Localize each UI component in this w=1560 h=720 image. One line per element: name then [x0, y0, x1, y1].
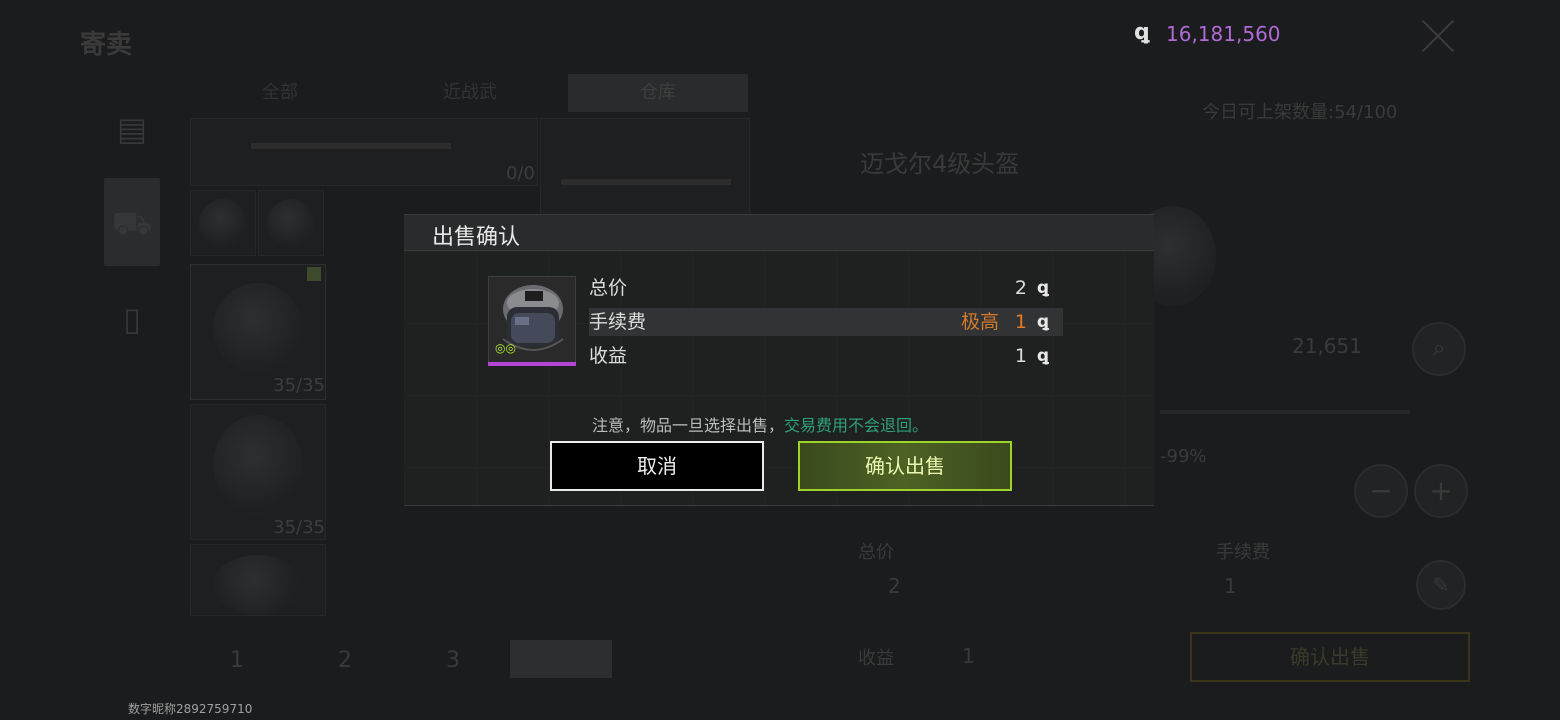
total-value: 2 — [1014, 277, 1027, 299]
income-row: 收益 1 ꝗ — [589, 342, 1063, 370]
records-icon: ▯ — [123, 300, 141, 338]
fee-label-bg: 手续费 — [1216, 542, 1270, 563]
daily-limit: 今日可上架数量:54/100 — [1202, 102, 1398, 123]
total-label-bg: 总价 — [858, 542, 894, 563]
checkbox-icon[interactable] — [307, 267, 321, 281]
item-badge-icon: ◎◎ — [495, 341, 516, 355]
income-label-bg: 收益 — [858, 648, 894, 669]
page-more[interactable] — [510, 640, 612, 678]
total-row: 总价 2 ꝗ — [589, 274, 1063, 302]
rifle-icon — [251, 143, 451, 149]
notice-text: 注意，物品一旦选择出售， — [592, 416, 785, 435]
slot-count: 35/35 — [273, 517, 325, 538]
coin-icon: ꝗ — [1036, 346, 1049, 366]
sidebar-item-records[interactable]: ▯ — [104, 274, 160, 362]
item-name: 迈戈尔4级头盔 — [860, 150, 1020, 178]
fee-value: 1 — [1014, 311, 1027, 333]
rifle-icon — [561, 179, 731, 185]
page-title: 寄卖 — [80, 30, 133, 60]
fee-row: 手续费 极高 1 ꝗ — [589, 308, 1063, 336]
unit-price: 21,651 — [1292, 334, 1362, 358]
cancel-button[interactable]: 取消 — [550, 441, 764, 491]
helmet-icon — [267, 199, 315, 247]
slot-count: 35/35 — [273, 375, 325, 396]
plus-button[interactable]: + — [1414, 464, 1468, 518]
player-nickname: 数字昵称2892759710 — [128, 702, 253, 716]
income-value: 1 — [1014, 345, 1027, 367]
coin-icon: ꝗ — [1036, 278, 1049, 298]
quantity-slider[interactable] — [1160, 410, 1410, 414]
confirm-sell-button[interactable]: 确认出售 — [798, 441, 1012, 491]
confirm-sell-button-bg[interactable]: 确认出售 — [1190, 632, 1470, 682]
tab-warehouse[interactable]: 仓库 — [568, 74, 748, 112]
currency-balance: 16,181,560 — [1166, 22, 1281, 46]
helmet-icon — [213, 283, 303, 373]
income-label: 收益 — [589, 345, 628, 367]
page-3[interactable]: 3 — [446, 648, 460, 673]
minus-button[interactable]: − — [1354, 464, 1408, 518]
dialog-header: 出售确认 — [404, 215, 1154, 251]
income-value-bg: 1 — [962, 644, 975, 668]
coin-icon: ꝗ — [1134, 20, 1150, 45]
helmet-icon — [213, 415, 303, 515]
helmet-icon — [213, 555, 303, 615]
close-icon[interactable] — [1420, 18, 1456, 54]
helmet-icon — [199, 199, 247, 247]
inventory-slot[interactable]: 35/35 — [190, 404, 326, 540]
page-1[interactable]: 1 — [230, 648, 244, 673]
tab-melee[interactable]: 近战武 — [380, 74, 560, 112]
sell-confirm-dialog: 出售确认 ◎◎ 总价 2 ꝗ 手续费 极高 1 ꝗ 收益 1 ꝗ 注意，物品一旦… — [404, 214, 1154, 506]
slot-count: 0/0 — [506, 163, 535, 184]
fee-level: 极高 — [960, 311, 999, 333]
sidebar-item-shop[interactable]: ▤ — [104, 84, 160, 172]
tab-all[interactable]: 全部 — [190, 74, 370, 112]
cart-icon: ⛟ — [111, 204, 153, 242]
inventory-slot[interactable] — [190, 190, 256, 256]
sell-notice: 注意，物品一旦选择出售，交易费用不会退回。 — [592, 412, 928, 436]
coin-icon: ꝗ — [1036, 312, 1049, 332]
page-2[interactable]: 2 — [338, 648, 352, 673]
inventory-slot-selected[interactable]: 35/35 — [190, 264, 326, 400]
inventory-slot[interactable] — [258, 190, 324, 256]
total-value-bg: 2 — [888, 574, 901, 598]
fee-value-bg: 1 — [1224, 574, 1237, 598]
total-label: 总价 — [589, 277, 628, 299]
rarity-bar — [488, 362, 576, 366]
discount-label: -99% — [1160, 446, 1207, 467]
notice-highlight: 交易费用不会退回。 — [784, 416, 929, 435]
search-icon[interactable]: ⌕ — [1412, 322, 1466, 376]
sidebar-item-consign[interactable]: ⛟ — [104, 178, 160, 266]
dialog-title: 出售确认 — [432, 225, 521, 250]
fee-label: 手续费 — [589, 311, 647, 333]
edit-icon[interactable]: ✎ — [1416, 560, 1466, 610]
inventory-slot-weapon[interactable]: 0/0 — [190, 118, 538, 186]
inventory-slot[interactable] — [190, 544, 326, 616]
shop-icon: ▤ — [116, 110, 148, 148]
item-thumbnail: ◎◎ — [488, 276, 576, 364]
